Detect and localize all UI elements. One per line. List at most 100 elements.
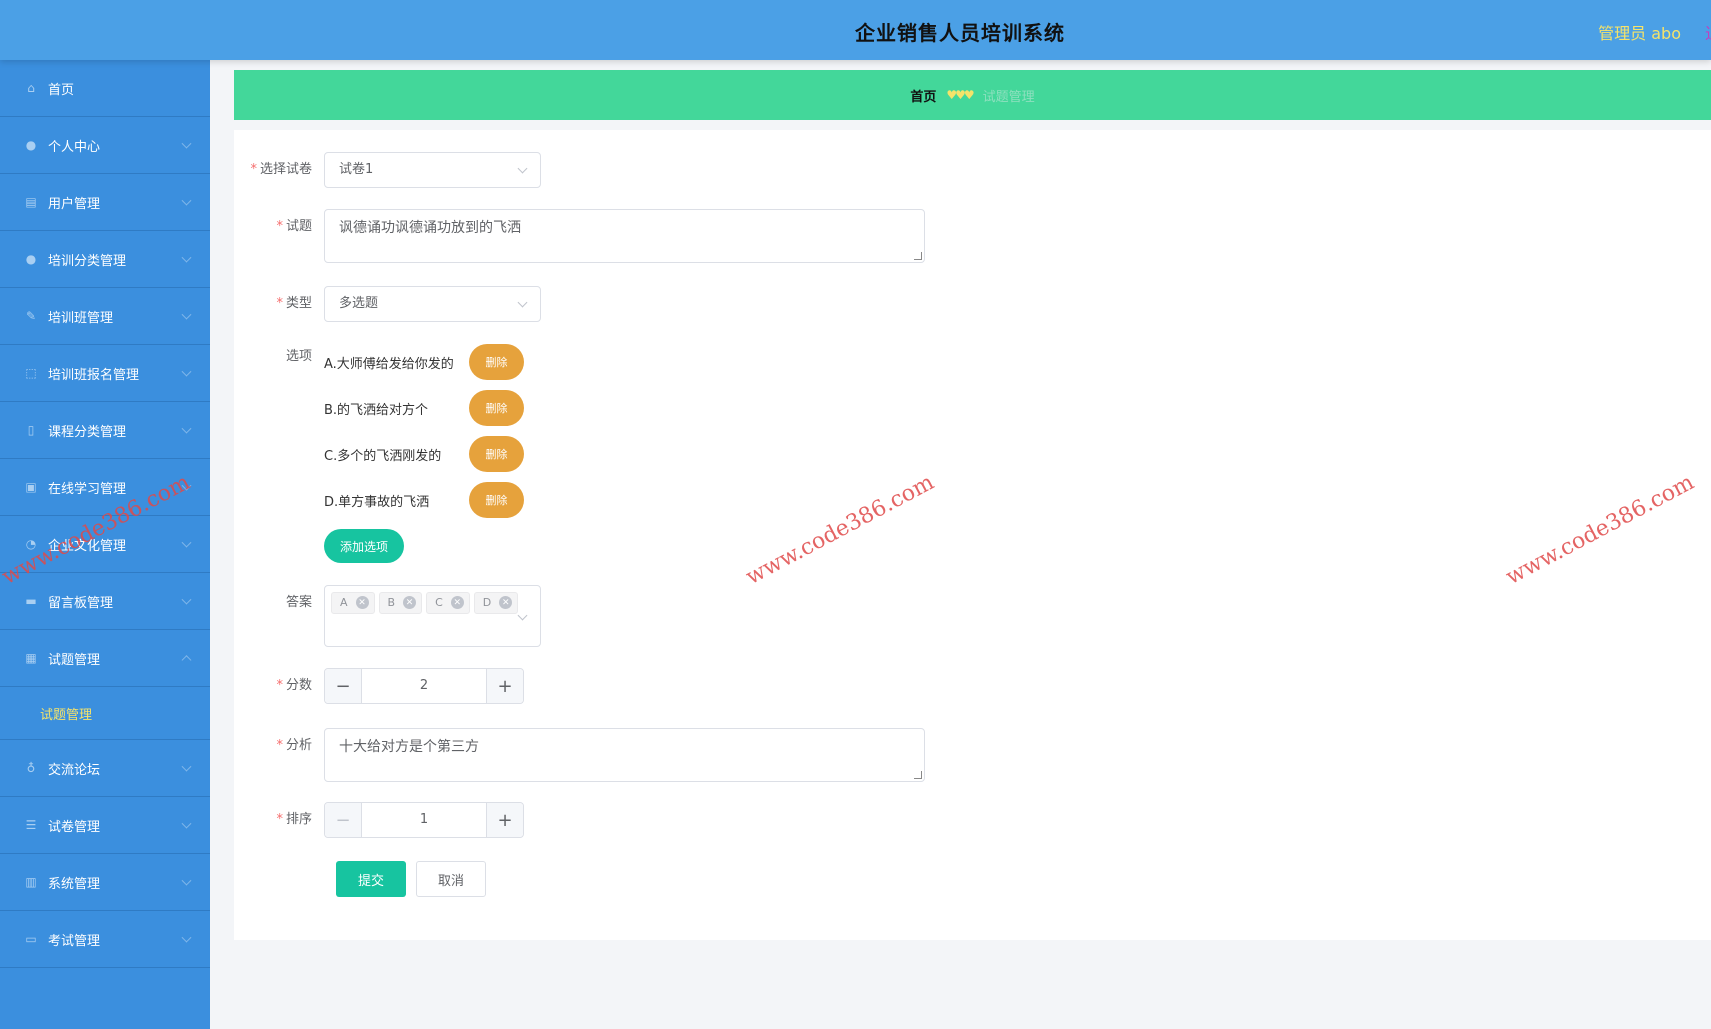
form-row-question: * 试题 讽德诵功讽德诵功放到的飞洒 <box>234 209 925 263</box>
sidebar-item-label: 考试管理 <box>48 933 101 949</box>
sidebar-item-label: 培训分类管理 <box>48 253 127 269</box>
question-textarea[interactable]: 讽德诵功讽德诵功放到的飞洒 <box>324 209 925 263</box>
sidebar-item-paper-management[interactable]: ☰ 试卷管理 <box>0 797 210 854</box>
lock-icon: ▣ <box>25 480 37 494</box>
sliders-icon: ☰ <box>25 818 37 832</box>
breadcrumb-separator-icon: ♥♥♥ <box>946 88 974 102</box>
increment-button[interactable]: + <box>486 803 523 837</box>
breadcrumb-home[interactable]: 首页 <box>910 86 936 105</box>
sidebar-item-label: 培训班报名管理 <box>48 367 140 383</box>
briefcase-icon: ▬ <box>25 594 37 608</box>
options-label: 选项 <box>285 349 312 364</box>
delete-option-button[interactable]: 删除 <box>469 482 524 518</box>
sidebar-item-system-management[interactable]: ▥ 系统管理 <box>0 854 210 911</box>
paper-select[interactable]: 试卷1 <box>324 152 541 188</box>
submit-button[interactable]: 提交 <box>336 861 406 897</box>
delete-option-button[interactable]: 删除 <box>469 344 524 380</box>
question-text: 讽德诵功讽德诵功放到的飞洒 <box>339 220 521 236</box>
form-row-score: * 分数 − 2 + <box>234 668 524 704</box>
decrement-button[interactable]: − <box>325 669 362 703</box>
chevron-down-icon <box>181 309 192 320</box>
form-row-paper: * 选择试卷 试卷1 <box>234 152 541 188</box>
chevron-down-icon <box>181 366 192 377</box>
option-item: B.的飞洒给对方个 删除 <box>324 385 524 431</box>
current-user-label[interactable]: 管理员 abo <box>1598 20 1681 44</box>
decrement-button[interactable]: − <box>325 803 362 837</box>
sidebar: ⌂ 首页 ● 个人中心 ▤ 用户管理 ● 培训分类管理 ✎ 培训班管理 ⬚ 培训… <box>0 60 210 1029</box>
analysis-textarea[interactable]: 十大给对方是个第三方 <box>324 728 925 782</box>
remove-tag-icon[interactable]: ✕ <box>499 596 513 609</box>
sidebar-item-training-class[interactable]: ✎ 培训班管理 <box>0 288 210 345</box>
sidebar-item-home[interactable]: ⌂ 首页 <box>0 60 210 117</box>
form-row-type: * 类型 多选题 <box>234 286 541 322</box>
chevron-down-icon <box>181 138 192 149</box>
type-label: * 类型 <box>276 296 312 311</box>
sidebar-item-label: 课程分类管理 <box>48 424 127 440</box>
answer-tag: A ✕ <box>331 591 375 614</box>
answer-tag: B ✕ <box>378 591 423 614</box>
chevron-down-icon <box>181 537 192 548</box>
sidebar-item-message-board[interactable]: ▬ 留言板管理 <box>0 573 210 630</box>
sidebar-item-label: 留言板管理 <box>48 595 114 611</box>
option-item: D.单方事故的飞洒 删除 <box>324 477 524 523</box>
remove-tag-icon[interactable]: ✕ <box>450 596 464 609</box>
remove-tag-icon[interactable]: ✕ <box>403 596 417 609</box>
logout-link-edge[interactable]: 退 <box>1705 20 1711 40</box>
chevron-down-icon <box>181 195 192 206</box>
form-row-analysis: * 分析 十大给对方是个第三方 <box>234 728 925 782</box>
user-icon: ● <box>25 252 37 266</box>
home-icon: ⌂ <box>27 81 35 95</box>
order-label: * 排序 <box>276 812 312 827</box>
sidebar-item-forum[interactable]: ♁ 交流论坛 <box>0 740 210 797</box>
form-row-options: 选项 A.大师傅给发给你发的 删除 B.的飞洒给对方个 删除 C.多个的飞洒刚发… <box>234 339 524 563</box>
analysis-label: * 分析 <box>276 738 312 753</box>
chevron-down-icon <box>181 252 192 263</box>
sidebar-item-question-management[interactable]: ▦ 试题管理 <box>0 630 210 687</box>
form-actions: 提交 取消 <box>336 861 486 897</box>
option-item: A.大师傅给发给你发的 删除 <box>324 339 524 385</box>
resize-grip-icon[interactable] <box>914 771 922 779</box>
remove-tag-icon[interactable]: ✕ <box>355 596 369 609</box>
answer-tag: D ✕ <box>473 591 519 614</box>
cancel-button[interactable]: 取消 <box>416 861 486 897</box>
sidebar-item-user-management[interactable]: ▤ 用户管理 <box>0 174 210 231</box>
sidebar-item-course-category[interactable]: ▯ 课程分类管理 <box>0 402 210 459</box>
frame-icon: ⬚ <box>25 366 37 380</box>
sidebar-item-exam-management[interactable]: ▭ 考试管理 <box>0 911 210 968</box>
score-label: * 分数 <box>276 678 312 693</box>
paper-select-value: 试卷1 <box>339 162 374 177</box>
breadcrumb: 首页 ♥♥♥ 试题管理 <box>234 70 1711 120</box>
option-text: C.多个的飞洒刚发的 <box>324 448 442 464</box>
options-list: A.大师傅给发给你发的 删除 B.的飞洒给对方个 删除 C.多个的飞洒刚发的 删… <box>324 339 524 563</box>
score-value[interactable]: 2 <box>362 669 486 703</box>
sidebar-item-class-registration[interactable]: ⬚ 培训班报名管理 <box>0 345 210 402</box>
sidebar-item-training-category[interactable]: ● 培训分类管理 <box>0 231 210 288</box>
sidebar-item-label: 在线学习管理 <box>48 481 127 497</box>
sidebar-item-label: 培训班管理 <box>48 310 114 326</box>
delete-option-button[interactable]: 删除 <box>469 436 524 472</box>
order-value[interactable]: 1 <box>362 803 486 837</box>
clipboard-icon: ▤ <box>25 195 37 209</box>
delete-option-button[interactable]: 删除 <box>469 390 524 426</box>
order-stepper[interactable]: − 1 + <box>324 802 524 838</box>
chevron-down-icon <box>517 297 528 308</box>
chevron-down-icon <box>181 875 192 886</box>
answer-multiselect[interactable]: A ✕ B ✕ C ✕ D ✕ <box>324 585 541 647</box>
increment-button[interactable]: + <box>486 669 523 703</box>
analysis-text: 十大给对方是个第三方 <box>339 739 479 755</box>
type-select[interactable]: 多选题 <box>324 286 541 322</box>
resize-grip-icon[interactable] <box>914 252 922 260</box>
form-row-order: * 排序 − 1 + <box>234 802 524 838</box>
score-stepper[interactable]: − 2 + <box>324 668 524 704</box>
grid-icon: ▦ <box>25 651 37 665</box>
chevron-down-icon <box>181 594 192 605</box>
answer-tag: C ✕ <box>426 591 470 614</box>
sidebar-subitem-question-management[interactable]: 试题管理 <box>0 687 210 740</box>
add-option-button[interactable]: 添加选项 <box>324 529 404 563</box>
type-select-value: 多选题 <box>339 296 379 311</box>
sidebar-item-personal-center[interactable]: ● 个人中心 <box>0 117 210 174</box>
option-item: C.多个的飞洒刚发的 删除 <box>324 431 524 477</box>
add-option-wrap: 添加选项 <box>324 529 524 563</box>
user-icon: ● <box>25 138 37 152</box>
pen-icon: ✎ <box>25 309 37 323</box>
